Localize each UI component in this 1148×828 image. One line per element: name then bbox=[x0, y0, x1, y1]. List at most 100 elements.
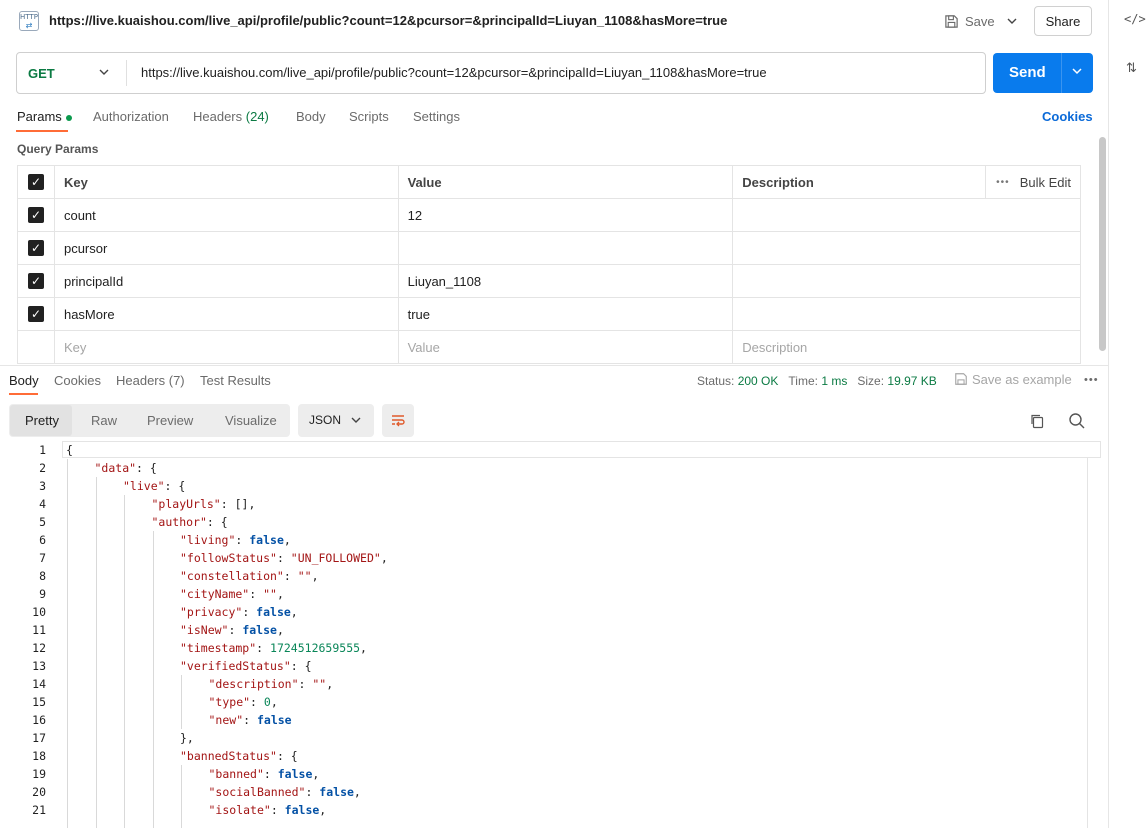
code-line: 2 "data": { bbox=[0, 459, 1100, 477]
swap-icon[interactable]: ⇅ bbox=[1126, 60, 1137, 76]
code-token: : { bbox=[290, 659, 312, 673]
param-key[interactable]: count bbox=[53, 198, 399, 232]
checkbox-checked-icon[interactable]: ✓ bbox=[27, 306, 44, 322]
param-key[interactable]: principalId bbox=[53, 264, 399, 298]
code-token: : bbox=[263, 767, 278, 781]
size-value: 19.97 KB bbox=[887, 374, 937, 388]
code-text: "followStatus": "UN_FOLLOWED", bbox=[180, 549, 388, 567]
code-token: : bbox=[283, 569, 298, 583]
select-all-cell[interactable]: ✓ bbox=[17, 165, 55, 199]
code-token: , bbox=[276, 623, 284, 637]
code-line: 7 "followStatus": "UN_FOLLOWED", bbox=[0, 549, 1100, 567]
save-as-example-button[interactable]: Save as example bbox=[954, 372, 1072, 387]
code-token: "living" bbox=[180, 533, 236, 547]
tab-settings[interactable]: Settings bbox=[413, 109, 460, 124]
param-description[interactable] bbox=[732, 231, 1081, 265]
response-tab-test-results[interactable]: Test Results bbox=[200, 373, 271, 388]
code-token: , bbox=[380, 551, 388, 565]
param-description[interactable] bbox=[732, 198, 1081, 232]
code-token: "new" bbox=[208, 713, 244, 727]
code-line: 4 "playUrls": [], bbox=[0, 495, 1100, 513]
code-token: false bbox=[319, 785, 354, 799]
response-tab-cookies[interactable]: Cookies bbox=[54, 373, 101, 388]
view-preview[interactable]: Preview bbox=[147, 413, 193, 428]
code-snippet-icon[interactable]: </> bbox=[1124, 12, 1146, 26]
search-icon[interactable] bbox=[1068, 412, 1086, 430]
code-text: "live": { bbox=[123, 477, 185, 495]
code-text: "living": false, bbox=[180, 531, 291, 549]
indent-guide bbox=[181, 765, 182, 828]
code-text: "verifiedStatus": { bbox=[180, 657, 312, 675]
param-description[interactable] bbox=[732, 264, 1081, 298]
line-number: 8 bbox=[39, 569, 46, 583]
status-value: 200 OK bbox=[737, 374, 779, 388]
tab-authorization[interactable]: Authorization bbox=[93, 109, 169, 124]
copy-icon[interactable] bbox=[1029, 413, 1045, 429]
share-button[interactable]: Share bbox=[1034, 6, 1092, 36]
param-description[interactable] bbox=[732, 297, 1081, 331]
response-body-editor[interactable]: 1{2 "data": {3 "live": {4 "playUrls": [], 5 "… bbox=[0, 441, 1101, 828]
view-raw[interactable]: Raw bbox=[91, 413, 117, 428]
format-select-label[interactable]: JSON bbox=[309, 413, 341, 427]
line-number: 9 bbox=[39, 587, 46, 601]
code-token: , bbox=[270, 695, 278, 709]
line-number: 3 bbox=[39, 479, 46, 493]
param-value[interactable] bbox=[397, 231, 734, 265]
param-value[interactable]: 12 bbox=[397, 198, 734, 232]
param-key[interactable]: hasMore bbox=[53, 297, 399, 331]
method-select[interactable]: GET bbox=[28, 66, 55, 81]
line-number: 15 bbox=[32, 695, 46, 709]
tab-headers[interactable]: Headers (24) bbox=[193, 109, 269, 124]
scrollbar[interactable] bbox=[1099, 137, 1106, 351]
code-line: 8 "constellation": "", bbox=[0, 567, 1100, 585]
code-text: "data": { bbox=[95, 459, 157, 477]
key-placeholder[interactable]: Key bbox=[53, 330, 399, 364]
send-options-chevron-icon[interactable] bbox=[1071, 63, 1083, 82]
indent-guide bbox=[181, 675, 182, 729]
code-line: 11 "isNew": false, bbox=[0, 621, 1100, 639]
checkbox-checked-icon[interactable]: ✓ bbox=[27, 240, 44, 256]
response-tab-headers[interactable]: Headers (7) bbox=[116, 373, 185, 388]
code-token: false bbox=[242, 623, 277, 637]
more-options-icon[interactable]: ••• bbox=[1084, 374, 1099, 386]
chevron-down-icon[interactable] bbox=[350, 412, 362, 431]
chevron-down-icon[interactable] bbox=[98, 64, 110, 83]
checkbox-checked-icon[interactable]: ✓ bbox=[27, 273, 44, 289]
url-input[interactable]: https://live.kuaishou.com/live_api/profi… bbox=[141, 65, 767, 80]
checkbox-checked-icon[interactable]: ✓ bbox=[27, 207, 44, 223]
tab-params[interactable]: Params bbox=[17, 109, 72, 124]
tab-scripts[interactable]: Scripts bbox=[349, 109, 389, 124]
code-token: : bbox=[270, 803, 285, 817]
code-token: : bbox=[243, 713, 257, 727]
view-pretty[interactable]: Pretty bbox=[25, 413, 59, 428]
request-title[interactable]: https://live.kuaishou.com/live_api/profi… bbox=[49, 13, 727, 28]
description-placeholder[interactable]: Description bbox=[732, 330, 1081, 364]
save-button[interactable]: Save bbox=[944, 10, 995, 32]
view-visualize[interactable]: Visualize bbox=[225, 413, 277, 428]
response-tab-body[interactable]: Body bbox=[9, 373, 39, 388]
code-token: "" bbox=[297, 569, 312, 583]
save-icon bbox=[955, 373, 967, 385]
save-options-chevron-icon[interactable] bbox=[1006, 11, 1022, 31]
code-token: "followStatus" bbox=[180, 551, 277, 565]
code-token: "author" bbox=[151, 515, 207, 529]
code-token: : { bbox=[206, 515, 228, 529]
line-number: 18 bbox=[32, 749, 46, 763]
bulk-edit-button[interactable]: ••• Bulk Edit bbox=[985, 166, 1071, 198]
send-label[interactable]: Send bbox=[1009, 64, 1046, 81]
param-key[interactable]: pcursor bbox=[53, 231, 399, 265]
param-value[interactable]: Liuyan_1108 bbox=[397, 264, 734, 298]
wrap-lines-icon[interactable] bbox=[382, 404, 414, 437]
line-number: 11 bbox=[32, 623, 46, 637]
value-placeholder[interactable]: Value bbox=[397, 330, 734, 364]
checkbox-checked-icon[interactable]: ✓ bbox=[27, 174, 44, 190]
cookies-link[interactable]: Cookies bbox=[1042, 109, 1093, 124]
code-line: 14 "description": "", bbox=[0, 675, 1100, 693]
code-text: "timestamp": 1724512659555, bbox=[180, 639, 367, 657]
code-text: "type": 0, bbox=[209, 693, 278, 711]
table-header-row: ✓ Key Value Description ••• Bulk Edit bbox=[17, 165, 1081, 199]
column-header-value: Value bbox=[397, 165, 734, 199]
param-value[interactable]: true bbox=[397, 297, 734, 331]
tab-body[interactable]: Body bbox=[296, 109, 326, 124]
indent-guide bbox=[124, 495, 125, 828]
